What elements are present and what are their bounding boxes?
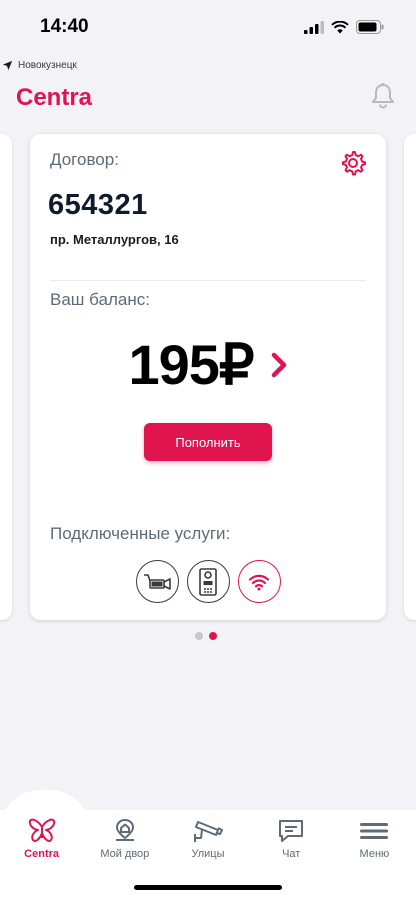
page-dot-active[interactable]	[209, 632, 217, 640]
divider	[50, 280, 366, 281]
location[interactable]: Новокузнецк	[2, 60, 77, 71]
location-arrow-icon	[2, 60, 13, 71]
next-card-peek[interactable]	[404, 134, 416, 620]
notifications-button[interactable]	[370, 82, 396, 115]
wifi-status-icon	[331, 20, 349, 33]
battery-icon	[356, 20, 384, 34]
tab-chat[interactable]: Чат	[250, 818, 333, 860]
page-dot[interactable]	[195, 632, 203, 640]
menu-icon	[360, 823, 389, 839]
app-brand: Centra	[16, 84, 93, 111]
chevron-right-icon[interactable]	[270, 351, 288, 379]
balance-amount: 195₽	[128, 333, 254, 396]
tab-label: Мой двор	[100, 848, 150, 860]
gear-icon	[342, 151, 366, 176]
status-icons	[304, 20, 384, 34]
street-camera-icon	[194, 821, 223, 842]
page-indicator	[195, 632, 217, 640]
yard-icon	[115, 819, 134, 841]
status-time: 14:40	[40, 16, 89, 37]
contract-card: Договор: 654321 пр. Металлургов, 16 Ваш …	[30, 134, 386, 620]
tab-label: Centra	[24, 848, 60, 860]
services-list	[30, 560, 386, 603]
balance-label: Ваш баланс:	[50, 290, 150, 309]
topup-button[interactable]: Пополнить	[144, 423, 272, 461]
location-city: Новокузнецк	[18, 60, 77, 71]
tab-label: Меню	[359, 848, 390, 860]
service-camera[interactable]	[135, 560, 179, 603]
wifi-icon	[248, 574, 270, 590]
tab-centra[interactable]: Centra	[0, 818, 83, 860]
tab-my-yard[interactable]: Мой двор	[83, 818, 166, 860]
service-internet[interactable]	[237, 560, 281, 603]
contract-label: Договор:	[50, 150, 119, 169]
contract-number: 654321	[48, 189, 148, 221]
signal-icon	[304, 20, 324, 34]
services-label: Подключенные услуги:	[50, 524, 231, 543]
chat-icon	[279, 820, 304, 842]
service-intercom[interactable]	[186, 560, 230, 603]
intercom-icon	[199, 567, 217, 596]
tab-streets[interactable]: Улицы	[166, 818, 249, 860]
tab-items: Centra Мой двор Улицы Чат Меню	[0, 818, 416, 860]
status-bar: 14:40	[0, 0, 416, 54]
home-indicator[interactable]	[134, 885, 282, 890]
tab-menu[interactable]: Меню	[333, 818, 416, 860]
camera-icon	[144, 573, 171, 590]
balance-row[interactable]: 195₽	[30, 330, 386, 400]
contract-address: пр. Металлургов, 16	[50, 232, 179, 247]
butterfly-icon	[28, 818, 55, 842]
settings-button[interactable]	[340, 150, 366, 181]
tab-label: Чат	[282, 848, 301, 860]
tab-label: Улицы	[191, 848, 225, 860]
previous-card-peek[interactable]	[0, 134, 12, 620]
bell-icon	[372, 83, 394, 109]
